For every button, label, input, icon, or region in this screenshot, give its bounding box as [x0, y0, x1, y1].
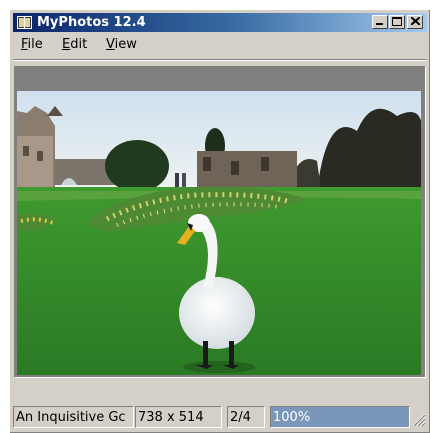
status-position: 2/4: [227, 406, 265, 428]
status-zoom-progress: 100%: [270, 406, 410, 428]
close-button[interactable]: [407, 15, 423, 29]
menu-bar: File Edit View: [13, 34, 427, 56]
menu-edit[interactable]: Edit: [60, 34, 89, 56]
menu-file[interactable]: File: [19, 34, 45, 56]
image-viewport[interactable]: [14, 66, 426, 378]
close-icon: [410, 17, 420, 25]
app-photo-icon: [16, 15, 33, 30]
minimize-icon: [376, 23, 383, 25]
window-title: MyPhotos 12.4: [37, 15, 146, 30]
photo-image: [17, 91, 421, 375]
menu-view[interactable]: View: [104, 34, 139, 56]
menu-file-label: ile: [27, 37, 43, 52]
maximize-icon: [392, 17, 402, 26]
menu-view-accel: V: [106, 37, 115, 52]
menu-view-label: iew: [114, 37, 137, 52]
menu-separator: [13, 59, 427, 61]
menu-edit-label: dit: [70, 37, 88, 52]
status-caption: An Inquisitive Gc: [13, 406, 134, 428]
status-bar: An Inquisitive Gc 738 x 514 2/4 100%: [13, 406, 427, 428]
minimize-button[interactable]: [372, 15, 388, 29]
app-window: MyPhotos 12.4 File Edit View An Inquisit…: [9, 9, 430, 433]
title-bar[interactable]: MyPhotos 12.4: [13, 13, 427, 32]
maximize-button[interactable]: [389, 15, 405, 29]
menu-edit-accel: E: [62, 37, 71, 52]
status-dimensions: 738 x 514: [135, 406, 222, 428]
resize-grip-icon[interactable]: [412, 413, 426, 427]
